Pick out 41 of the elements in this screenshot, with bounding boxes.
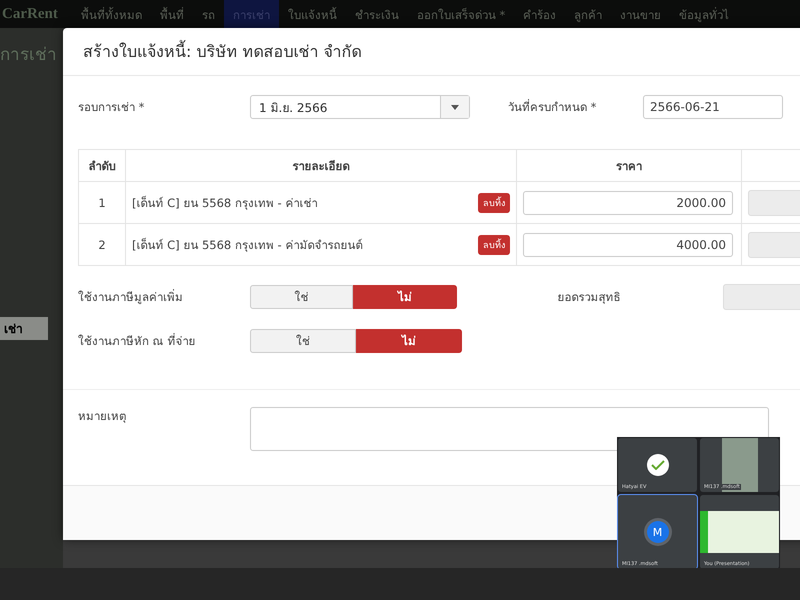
avatar: M	[646, 521, 668, 543]
field-label: ใช้งานภาษีมูลค่าเพิ่ม	[78, 288, 184, 306]
field-label: ยอดรวมสุทธิ	[558, 289, 622, 306]
caret-icon	[451, 104, 459, 110]
item-detail: [เด็นท์ C] ยน 5568 กรุงเทพ - ค่ามัดจำรถยนต์	[132, 236, 362, 254]
column-header: ราคา	[516, 150, 742, 182]
toggle-option[interactable]: ไม่	[356, 329, 462, 353]
select-field[interactable]: 1 มิ.ย. 2566	[250, 95, 470, 119]
video-placeholder	[722, 438, 758, 492]
date-field[interactable]: 2566-06-21	[643, 95, 783, 119]
toggle-option[interactable]: ไม่	[353, 285, 457, 309]
field-label: ใช้งานภาษีหัก ณ ที่จ่าย	[78, 332, 196, 350]
page-title: การเช่า	[0, 44, 58, 67]
field-label: วันที่ครบกำหนด *	[508, 98, 598, 116]
nav-item[interactable]: คำร้อง	[514, 0, 566, 28]
nav-item[interactable]: ลูกค้า	[565, 0, 612, 28]
column-header: รายละเอียด	[126, 150, 516, 182]
nav-item[interactable]: พื้นที่ทั้งหมด	[72, 0, 151, 28]
nav-item[interactable]: ชำระเงิน	[346, 0, 408, 28]
field-label: รอบการเช่า *	[78, 99, 146, 116]
nav-item[interactable]: รถ	[192, 0, 224, 28]
delete-button[interactable]: ลบทิ้ง	[478, 192, 510, 212]
price-field[interactable]: 2000.00	[523, 190, 733, 214]
price-field[interactable]: 4000.00	[523, 232, 733, 256]
toggle-option[interactable]: ใช่	[250, 329, 356, 353]
table-cell: 2	[78, 224, 126, 266]
item-detail: [เด็นท์ C] ยน 5568 กรุงเทพ - ค่าเช่า	[132, 194, 318, 212]
table-cell: 1	[78, 182, 126, 224]
nav-item[interactable]: งานขาย	[611, 0, 670, 28]
nav-item[interactable]: ใบแจ้งหนี้	[278, 0, 346, 28]
column-header: ลำดับ	[78, 150, 126, 182]
nav-item[interactable]: พื้นที่	[150, 0, 193, 28]
toggle-option[interactable]: ใช่	[250, 285, 354, 309]
sidebar-item[interactable]: เช่า	[0, 317, 48, 340]
notes-field[interactable]	[250, 407, 769, 451]
logo-icon	[646, 454, 668, 476]
nav-item[interactable]: ข้อมูลทั่วไ	[670, 0, 738, 28]
nav-item[interactable]: ออกใบเสร็จด่วน *	[408, 0, 514, 28]
modal-title: สร้างใบแจ้งหนี้: บริษัท ทดสอบเช่า จำกัด	[83, 39, 362, 63]
delete-button[interactable]: ลบทิ้ง	[478, 234, 510, 254]
field-label: หมายเหตุ	[78, 408, 127, 425]
